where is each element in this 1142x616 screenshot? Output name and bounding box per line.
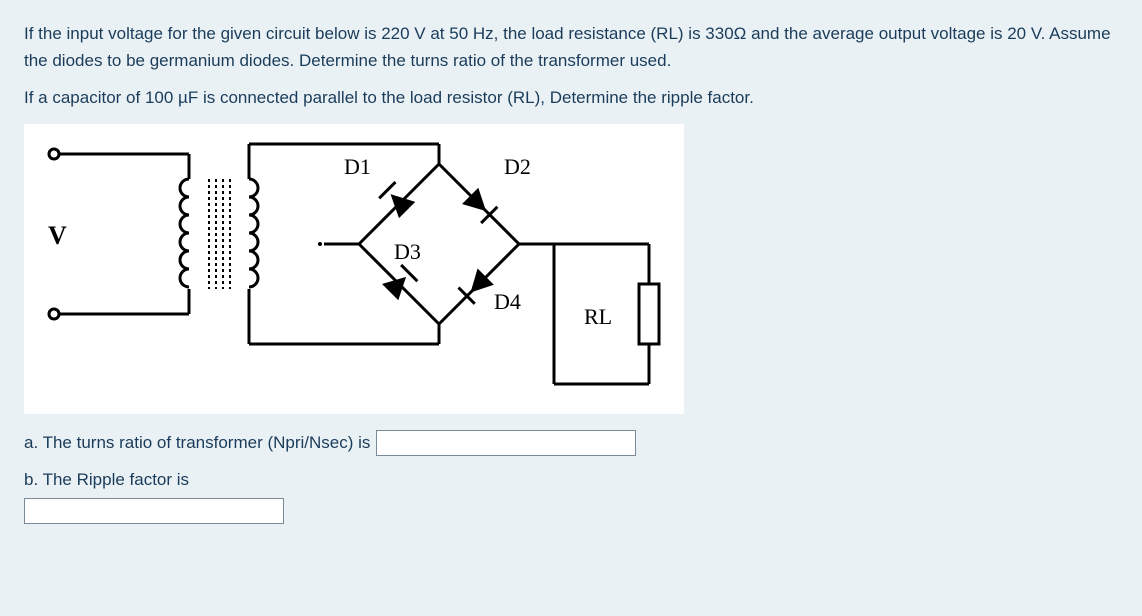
d2-label: D2: [504, 154, 531, 179]
transformer-secondary: [249, 179, 258, 287]
question-text: If the input voltage for the given circu…: [24, 20, 1118, 112]
transformer-core: [209, 179, 230, 289]
d1-label: D1: [344, 154, 371, 179]
d4-label: D4: [494, 289, 521, 314]
circuit-diagram: V: [24, 124, 684, 414]
answer-a-row: a. The turns ratio of transformer (Npri/…: [24, 430, 1118, 456]
answer-a-input[interactable]: [376, 430, 636, 456]
input-terminal-bottom: [49, 309, 59, 319]
input-terminal-top: [49, 149, 59, 159]
answer-a-label: a. The turns ratio of transformer (Npri/…: [24, 433, 370, 453]
question-paragraph-1: If the input voltage for the given circu…: [24, 20, 1118, 74]
rl-label: RL: [584, 304, 612, 329]
question-paragraph-2: If a capacitor of 100 µF is connected pa…: [24, 84, 1118, 111]
transformer-primary: [180, 179, 189, 287]
answer-b-input[interactable]: [24, 498, 284, 524]
diode-d1: [359, 164, 439, 244]
load-resistor: [639, 284, 659, 344]
answer-b-block: b. The Ripple factor is: [24, 470, 1118, 524]
answer-b-label: b. The Ripple factor is: [24, 470, 1118, 490]
d3-label: D3: [394, 239, 421, 264]
voltage-label: V: [48, 221, 67, 250]
